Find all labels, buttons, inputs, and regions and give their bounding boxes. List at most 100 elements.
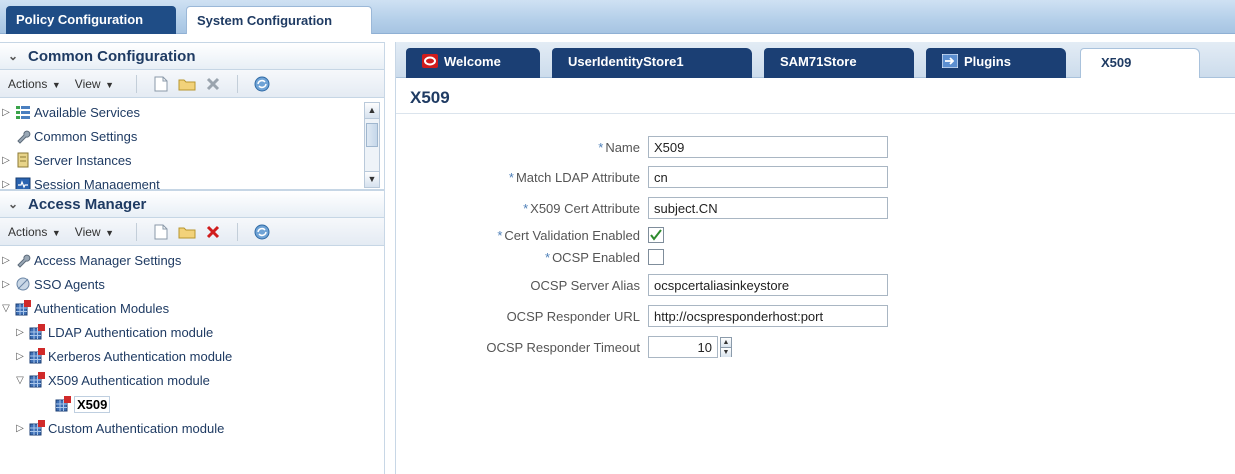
expand-icon[interactable]: ▷ <box>0 155 12 166</box>
ocsp-url-input[interactable] <box>648 305 888 327</box>
tab-policy-configuration[interactable]: Policy Configuration <box>6 6 176 34</box>
expand-icon[interactable]: ▷ <box>0 179 12 190</box>
tree-item-label: X509 Authentication module <box>48 372 210 388</box>
top-navigation-bar: Policy Configuration System Configuratio… <box>0 0 1235 34</box>
caret-down-icon: ▼ <box>49 79 61 90</box>
ocsp-enabled-checkbox[interactable] <box>648 249 664 265</box>
tab-x509[interactable]: X509 <box>1080 48 1200 78</box>
tab-label: Plugins <box>964 54 1011 69</box>
scroll-thumb[interactable] <box>366 123 378 147</box>
tree-item-access-manager-settings[interactable]: ▷ Access Manager Settings <box>0 248 384 272</box>
tree-item-session-management[interactable]: ▷ Session Management <box>0 172 384 190</box>
expand-icon[interactable]: ▷ <box>0 255 12 266</box>
tab-label: UserIdentityStore1 <box>568 54 684 69</box>
refresh-icon[interactable] <box>252 75 272 93</box>
common-configuration-header[interactable]: ⌄ Common Configuration <box>0 42 384 70</box>
form-row-ocsp-alias: OCSP Server Alias <box>396 274 1235 296</box>
tree-item-available-services[interactable]: ▷ Available Services <box>0 100 384 124</box>
required-mark: * <box>497 227 503 243</box>
expand-icon[interactable]: ▷ <box>14 351 26 362</box>
ocsp-alias-input[interactable] <box>648 274 888 296</box>
actions-menu[interactable]: Actions ▼ <box>8 77 61 91</box>
tree-item-x509-module[interactable]: ▽ X509 Authentication module <box>0 368 384 392</box>
ldap-attribute-label: * Match LDAP Attribute <box>509 170 640 185</box>
module-grid-icon <box>28 372 46 388</box>
tab-welcome[interactable]: Welcome <box>406 48 540 78</box>
wrench-icon <box>14 252 32 268</box>
common-toolbar: Actions ▼ View ▼ <box>0 70 384 98</box>
toolbar-divider <box>136 74 137 93</box>
ocsp-url-label: OCSP Responder URL <box>506 308 640 324</box>
session-monitor-icon <box>14 176 32 189</box>
open-folder-icon[interactable] <box>177 223 197 241</box>
tree-item-custom-module[interactable]: ▷ Custom Authentication module <box>0 416 384 440</box>
module-grid-icon <box>28 348 46 364</box>
chevron-down-icon[interactable]: ⌄ <box>8 49 22 63</box>
toolbar-divider <box>237 222 238 241</box>
label-text: Cert Validation Enabled <box>504 227 640 243</box>
spin-down-icon[interactable]: ▼ <box>721 347 731 357</box>
tree-item-label: LDAP Authentication module <box>48 324 214 340</box>
tree-item-label: Available Services <box>34 104 140 120</box>
ldap-attribute-input[interactable] <box>648 166 888 188</box>
tree-item-sso-agents[interactable]: ▷ SSO Agents <box>0 272 384 296</box>
refresh-icon[interactable] <box>252 223 272 241</box>
tree-item-x509[interactable]: X509 <box>0 392 384 416</box>
expand-icon[interactable]: ▷ <box>14 423 26 434</box>
new-document-icon[interactable] <box>151 223 171 241</box>
cert-validation-checkbox[interactable] <box>648 227 664 243</box>
tab-label: X509 <box>1101 55 1132 70</box>
tree-item-kerberos-module[interactable]: ▷ Kerberos Authentication module <box>0 344 384 368</box>
form-row-ocsp-enabled: * OCSP Enabled <box>396 246 1235 268</box>
tree-item-common-settings[interactable]: Common Settings <box>0 124 384 148</box>
expand-icon[interactable]: ▷ <box>0 107 12 118</box>
spinner-buttons: ▲ ▼ <box>720 337 732 357</box>
collapse-icon[interactable]: ▽ <box>0 303 12 314</box>
delete-icon[interactable] <box>203 223 223 241</box>
caret-down-icon: ▼ <box>102 227 114 238</box>
scroll-down-icon[interactable]: ▼ <box>365 171 379 187</box>
tree-item-label: Access Manager Settings <box>34 252 182 268</box>
access-toolbar: Actions ▼ View ▼ <box>0 218 384 246</box>
view-menu[interactable]: View ▼ <box>75 225 114 239</box>
ocsp-timeout-input[interactable] <box>648 336 718 358</box>
scroll-up-icon[interactable]: ▲ <box>365 103 379 119</box>
new-document-icon[interactable] <box>151 75 171 93</box>
tab-useridentitystore1[interactable]: UserIdentityStore1 <box>552 48 752 78</box>
tree-item-authentication-modules[interactable]: ▽ Authentication Modules <box>0 296 384 320</box>
caret-down-icon: ▼ <box>102 79 114 90</box>
chevron-down-icon[interactable]: ⌄ <box>8 197 22 211</box>
collapse-icon[interactable]: ▽ <box>14 375 26 386</box>
vertical-scrollbar[interactable]: ▲ ▼ <box>364 102 380 188</box>
label-text: Name <box>605 139 640 155</box>
delete-icon[interactable] <box>203 75 223 93</box>
ocsp-enabled-label: * OCSP Enabled <box>545 250 640 265</box>
access-manager-header[interactable]: ⌄ Access Manager <box>0 190 384 218</box>
actions-menu[interactable]: Actions ▼ <box>8 225 61 239</box>
ocsp-timeout-spinner: ▲ ▼ <box>648 336 732 358</box>
ocsp-alias-label: OCSP Server Alias <box>530 277 640 293</box>
tab-plugins[interactable]: Plugins <box>926 48 1066 78</box>
name-label: * Name <box>598 140 640 155</box>
tab-system-configuration[interactable]: System Configuration <box>186 6 372 34</box>
form-row-ldap: * Match LDAP Attribute <box>396 166 1235 188</box>
module-grid-icon <box>28 324 46 340</box>
form-row-cert-validation: * Cert Validation Enabled <box>396 224 1235 246</box>
cert-attribute-input[interactable] <box>648 197 888 219</box>
tree-item-ldap-module[interactable]: ▷ LDAP Authentication module <box>0 320 384 344</box>
oracle-logo-icon <box>422 54 438 71</box>
view-label: View <box>74 76 101 91</box>
open-folder-icon[interactable] <box>177 75 197 93</box>
tree-item-label: Custom Authentication module <box>48 420 225 436</box>
caret-down-icon: ▼ <box>49 227 61 238</box>
view-menu[interactable]: View ▼ <box>75 77 114 91</box>
actions-label: Actions <box>8 76 48 91</box>
tab-sam71store[interactable]: SAM71Store <box>764 48 914 78</box>
name-input[interactable] <box>648 136 888 158</box>
spin-up-icon[interactable]: ▲ <box>721 338 731 347</box>
tree-item-server-instances[interactable]: ▷ Server Instances <box>0 148 384 172</box>
tree-item-label: SSO Agents <box>34 276 105 292</box>
expand-icon[interactable]: ▷ <box>0 279 12 290</box>
expand-icon[interactable]: ▷ <box>14 327 26 338</box>
required-mark: * <box>508 169 514 185</box>
